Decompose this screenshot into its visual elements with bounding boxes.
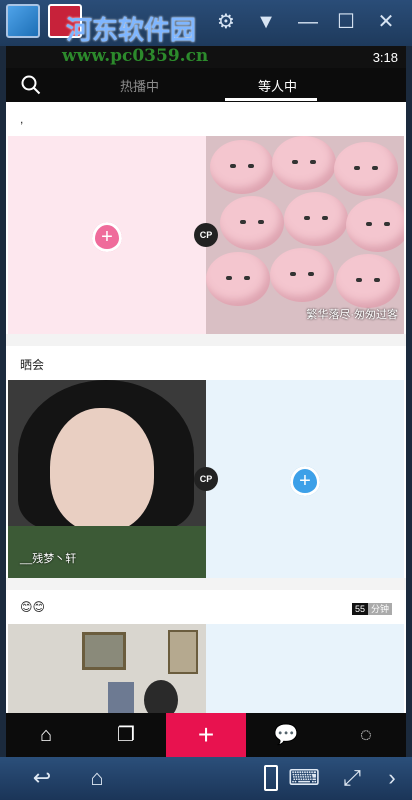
card-header: , [6, 102, 406, 136]
join-seat-button[interactable]: + [92, 222, 122, 252]
room-card[interactable]: 😊😊 55 分钟 [6, 590, 406, 757]
watermark-url: www.pc0359.cn [62, 46, 209, 66]
emulator-title-bar: 河东软件园 ⚙ ▼ — ☐ ✕ [0, 0, 412, 46]
home-icon[interactable]: ⌂ [6, 713, 86, 757]
user-photo[interactable]: 繁华落尽·匆匆过客 [206, 136, 404, 334]
empty-seat[interactable]: + [8, 136, 206, 334]
minimize-icon[interactable]: — [296, 10, 320, 34]
dropdown-icon[interactable]: ▼ [254, 10, 278, 34]
room-card[interactable]: , + 繁华落尽·匆匆过客 CP [6, 102, 406, 334]
more-icon[interactable]: › [382, 765, 402, 791]
cp-badge: CP [194, 467, 218, 491]
empty-seat[interactable]: + [206, 380, 404, 578]
profile-drop-icon[interactable]: ◌ [326, 713, 406, 757]
cp-pair: __残梦丶轩 + CP [6, 380, 406, 578]
card-title: 晒会 [20, 358, 45, 372]
bottom-navigation: ⌂ ❐ + 💬 ◌ [6, 713, 406, 757]
active-tab-indicator [225, 98, 317, 101]
fullscreen-icon[interactable]: ⤢ [338, 765, 366, 791]
emulator-app-tab-home[interactable] [6, 4, 40, 38]
room-card[interactable]: 晒会 __残梦丶轩 + CP [6, 346, 406, 578]
create-button[interactable]: + [166, 713, 246, 757]
user-photo[interactable]: __残梦丶轩 [8, 380, 206, 578]
rooms-icon[interactable]: ❐ [86, 713, 166, 757]
back-icon[interactable]: ↩ [24, 765, 60, 791]
search-icon[interactable] [20, 74, 42, 96]
user-nickname: __残梦丶轩 [20, 553, 77, 565]
device-rotate-icon[interactable] [264, 765, 278, 791]
emulator-nav-bar: ↩ ⌂ ⌨ ⤢ › [0, 757, 412, 800]
app-screen: 3:18 热播中 等人中 , + 繁华落尽·匆匆过客 CP 晒会 __残梦丶轩 … [6, 46, 406, 757]
keyboard-icon[interactable]: ⌨ [288, 765, 320, 791]
card-title: , [20, 112, 24, 126]
tab-hot[interactable]: 热播中 [120, 76, 159, 95]
cp-pair: + 繁华落尽·匆匆过客 CP [6, 136, 406, 334]
tab-waiting[interactable]: 等人中 [258, 76, 297, 95]
maximize-icon[interactable]: ☐ [334, 10, 358, 34]
settings-icon[interactable]: ⚙ [214, 10, 238, 34]
cp-badge: CP [194, 223, 218, 247]
duration-badge: 55 分钟 [351, 602, 392, 615]
card-title: 😊😊 [20, 600, 46, 614]
status-time: 3:18 [372, 50, 398, 65]
card-header: 晒会 [6, 346, 406, 380]
messages-icon[interactable]: 💬 [246, 713, 326, 757]
close-icon[interactable]: ✕ [374, 10, 398, 34]
join-seat-button[interactable]: + [290, 466, 320, 496]
watermark-title: 河东软件园 [66, 16, 197, 46]
home-button-icon[interactable]: ⌂ [78, 765, 116, 791]
user-nickname: 繁华落尽·匆匆过客 [306, 309, 398, 321]
top-tab-bar: 热播中 等人中 [6, 68, 406, 102]
card-header: 😊😊 55 分钟 [6, 590, 406, 624]
